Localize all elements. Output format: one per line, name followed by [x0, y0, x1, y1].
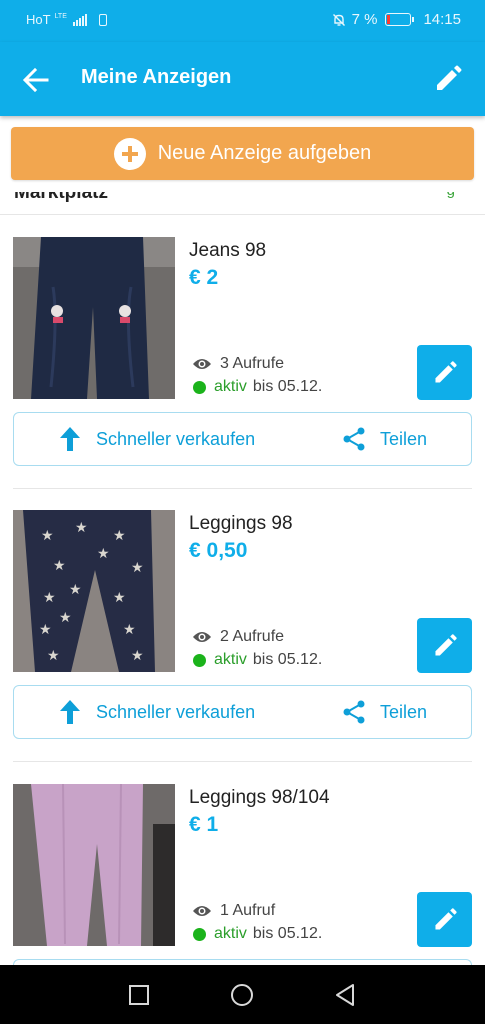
svg-text:★: ★	[47, 647, 60, 663]
share-icon	[343, 700, 365, 724]
status-until: bis 05.12.	[252, 925, 323, 942]
divider	[13, 761, 472, 762]
plus-circle-icon	[113, 137, 146, 170]
carrier-label: HoT	[26, 12, 51, 27]
listing-title[interactable]: Jeans 98	[189, 240, 266, 262]
listing-price: € 2	[189, 266, 219, 289]
status-row: aktiv bis 05.12.	[193, 378, 322, 396]
recent-apps-icon[interactable]	[126, 982, 152, 1008]
active-dot-icon	[193, 927, 206, 941]
views-row: 1 Aufruf	[192, 902, 275, 920]
sell-faster-button[interactable]: Schneller verkaufen	[60, 427, 255, 451]
active-dot-icon	[193, 653, 206, 667]
system-nav-bar	[0, 965, 485, 1024]
edit-listing-button[interactable]	[417, 892, 472, 947]
svg-text:★: ★	[131, 559, 144, 575]
views-count: 3 Aufrufe	[220, 355, 285, 372]
clock: 14:15	[423, 11, 461, 28]
share-label: Teilen	[380, 701, 428, 722]
pencil-icon	[434, 907, 457, 930]
svg-text:★: ★	[97, 545, 110, 561]
listing-image[interactable]	[13, 784, 175, 946]
status-until: bis 05.12.	[252, 651, 323, 668]
new-listing-button[interactable]: Neue Anzeige aufgeben	[11, 127, 474, 180]
signal-icon	[72, 13, 87, 26]
listing-image[interactable]	[13, 237, 175, 399]
pencil-icon	[434, 633, 457, 656]
active-dot-icon	[193, 380, 206, 394]
listing-image[interactable]: ★ ★ ★ ★ ★ ★ ★ ★ ★ ★ ★ ★ ★ ★	[13, 510, 175, 672]
eye-icon	[193, 359, 211, 369]
eye-icon	[193, 906, 211, 916]
svg-text:★: ★	[75, 519, 88, 535]
listing-actions: Schneller verkaufen Teilen	[13, 412, 472, 466]
listing-price: € 1	[189, 813, 219, 836]
listing-actions: Schneller verkaufen Teilen	[13, 685, 472, 739]
back-triangle-icon[interactable]	[333, 982, 359, 1008]
status-row: aktiv bis 05.12.	[193, 925, 322, 943]
page-title: Meine Anzeigen	[81, 66, 232, 88]
svg-text:★: ★	[113, 589, 126, 605]
arrow-left-icon[interactable]	[20, 64, 52, 96]
listing-title[interactable]: Leggings 98	[189, 513, 293, 535]
lte-label: LTE	[54, 13, 67, 20]
sell-faster-label: Schneller verkaufen	[96, 701, 256, 722]
pencil-icon[interactable]	[433, 64, 463, 94]
sim-icon	[98, 13, 107, 26]
arrow-up-icon	[60, 427, 80, 451]
share-label: Teilen	[380, 428, 428, 449]
app-bar: Meine Anzeigen	[0, 42, 485, 116]
listing-title[interactable]: Leggings 98/104	[189, 787, 330, 809]
sell-faster-button[interactable]: Schneller verkaufen	[60, 700, 255, 724]
status-label: aktiv	[214, 925, 247, 942]
status-label: aktiv	[214, 651, 247, 668]
status-right: 7 % 14:15	[332, 11, 461, 28]
views-count: 2 Aufrufe	[220, 628, 285, 645]
share-icon	[343, 427, 365, 451]
views-row: 2 Aufrufe	[192, 628, 284, 646]
svg-text:★: ★	[39, 621, 52, 637]
status-left: HoT LTE	[26, 12, 107, 27]
eye-icon	[193, 632, 211, 642]
share-button[interactable]: Teilen	[342, 700, 427, 724]
svg-text:★: ★	[43, 589, 56, 605]
screen: HoT LTE 7 % 14:15 Meine Anzeigen Marktpl…	[0, 0, 485, 1024]
svg-text:★: ★	[113, 527, 126, 543]
listing-price: € 0,50	[189, 539, 248, 562]
share-button[interactable]: Teilen	[342, 427, 427, 451]
sell-faster-label: Schneller verkaufen	[96, 428, 256, 449]
svg-text:★: ★	[41, 527, 54, 543]
svg-text:★: ★	[131, 647, 144, 663]
battery-percent: 7 %	[351, 11, 378, 28]
svg-text:★: ★	[123, 621, 136, 637]
pencil-icon	[434, 360, 457, 383]
status-bar: HoT LTE 7 % 14:15	[0, 0, 485, 42]
svg-text:★: ★	[59, 609, 72, 625]
bell-off-icon	[332, 13, 345, 26]
views-count: 1 Aufruf	[220, 902, 276, 919]
edit-listing-button[interactable]	[417, 618, 472, 673]
edit-listing-button[interactable]	[417, 345, 472, 400]
svg-text:★: ★	[53, 557, 66, 573]
svg-text:★: ★	[69, 581, 82, 597]
cta-container: Neue Anzeige aufgeben	[0, 116, 485, 192]
divider	[13, 488, 472, 489]
battery-icon	[385, 13, 415, 26]
status-until: bis 05.12.	[252, 378, 323, 395]
views-row: 3 Aufrufe	[192, 355, 284, 373]
status-row: aktiv bis 05.12.	[193, 651, 322, 669]
arrow-up-icon	[60, 700, 80, 724]
new-listing-label: Neue Anzeige aufgeben	[157, 142, 372, 164]
status-label: aktiv	[214, 378, 247, 395]
home-circle-icon[interactable]	[229, 982, 255, 1008]
